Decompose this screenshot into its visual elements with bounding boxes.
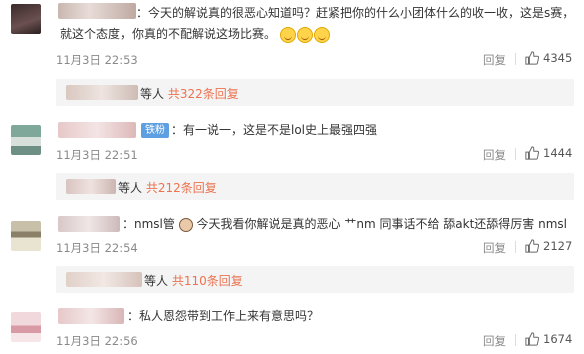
comment-text: ：今天的解说真的很恶心知道吗？赶紧把你的什么小团体什么的收一收，这是s赛， [136, 6, 575, 20]
like-button[interactable]: 1674 [525, 332, 572, 346]
comment-date: 11月3日 22:54 [56, 241, 138, 255]
like-button[interactable]: 2127 [525, 239, 572, 253]
like-button[interactable]: 1444 [525, 146, 572, 160]
more-replies-link[interactable]: 共212条回复 [146, 181, 217, 195]
reply-button[interactable]: 回复 [483, 52, 506, 68]
comment-text: ：nmsl管 今天我看你解说是真的恶心 艹nm 同事话不给 舔akt还舔得厉害 … [122, 217, 567, 232]
avatar-emoji-icon [178, 217, 193, 232]
divider [515, 334, 516, 346]
avatar[interactable] [11, 4, 41, 34]
sub-replies-box[interactable]: 等人 共322条回复 [56, 79, 574, 106]
like-count: 4345 [543, 51, 573, 65]
sub-replies-box[interactable]: 等人 共212条回复 [56, 173, 574, 200]
comment-date: 11月3日 22:56 [56, 334, 138, 348]
username-blurred[interactable] [58, 122, 136, 138]
smile-emoji-icon [313, 26, 330, 43]
like-count: 1674 [543, 332, 573, 346]
comment-date: 11月3日 22:53 [56, 53, 138, 67]
avatar[interactable] [11, 125, 41, 155]
smile-emoji-icon [296, 26, 313, 43]
sub-replies-text: 等人 共212条回复 [118, 181, 217, 195]
more-replies-link[interactable]: 共110条回复 [172, 274, 243, 288]
comment-text: 铁粉 ：有一说一，这是不是lol史上最强四强 [139, 120, 584, 141]
comment-1: ：今天的解说真的很恶心知道吗？赶紧把你的什么小团体什么的收一收，这是s赛， 就这… [0, 0, 584, 106]
smile-emoji-icon [279, 26, 296, 43]
thumbs-up-icon [525, 332, 539, 346]
avatar[interactable] [11, 221, 41, 251]
comment-date: 11月3日 22:51 [56, 148, 138, 162]
more-replies-link[interactable]: 共322条回复 [168, 87, 239, 101]
comment-4: ：私人恩怨带到工作上来有意思吗？ 11月3日 22:56 回复 1674 [0, 300, 584, 354]
like-count: 2127 [543, 239, 573, 253]
thumbs-up-icon [525, 146, 539, 160]
username-blurred[interactable] [58, 3, 136, 19]
avatar[interactable] [11, 312, 41, 342]
sub-replies-text: 等人 共322条回复 [140, 87, 239, 101]
sub-replies-text: 等人 共110条回复 [144, 274, 243, 288]
sub-user-blurred[interactable] [66, 85, 138, 100]
username-blurred[interactable] [58, 308, 124, 324]
comment-3: ：nmsl管 今天我看你解说是真的恶心 艹nm 同事话不给 舔akt还舔得厉害 … [0, 207, 584, 297]
divider [515, 148, 516, 160]
sub-replies-box[interactable]: 等人 共110条回复 [56, 266, 574, 293]
divider [515, 53, 516, 65]
comment-2: 铁粉 ：有一说一，这是不是lol史上最强四强 11月3日 22:51 回复 144… [0, 117, 584, 207]
sub-user-blurred[interactable] [66, 272, 142, 287]
username-blurred[interactable] [58, 216, 120, 232]
divider [515, 241, 516, 253]
reply-button[interactable]: 回复 [483, 240, 506, 256]
reply-button[interactable]: 回复 [483, 147, 506, 163]
reply-button[interactable]: 回复 [483, 333, 506, 349]
comment-text: ：私人恩怨带到工作上来有意思吗？ [127, 309, 320, 323]
comment-text-line2: 就这个态度，你真的不配解说这场比赛。 [60, 24, 570, 45]
thumbs-up-icon [525, 239, 539, 253]
thumbs-up-icon [525, 51, 539, 65]
sub-user-blurred[interactable] [66, 179, 116, 194]
like-button[interactable]: 4345 [525, 51, 572, 65]
fan-badge: 铁粉 [141, 123, 169, 138]
like-count: 1444 [543, 146, 573, 160]
